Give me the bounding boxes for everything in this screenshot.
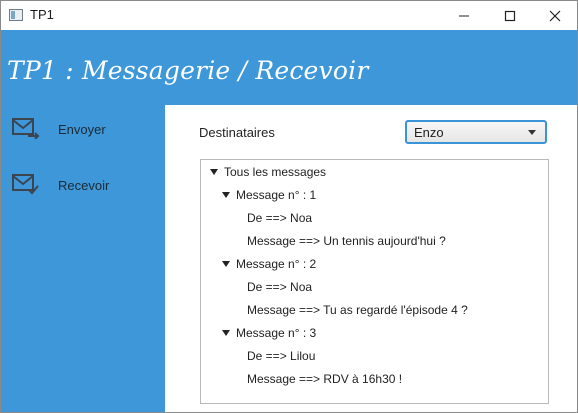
minimize-button[interactable] [441, 1, 487, 30]
expand-triangle-icon[interactable] [222, 329, 230, 336]
sidebar-item-recevoir[interactable]: Recevoir [1, 169, 165, 209]
close-button[interactable] [532, 1, 577, 30]
recipients-selected-value: Enzo [414, 125, 444, 140]
window-title: TP1 [30, 7, 54, 22]
tree-message-2-from[interactable]: De ==> Noa [247, 278, 312, 296]
tree-message-2-body[interactable]: Message ==> Tu as regardé l'épisode 4 ? [247, 301, 468, 319]
main-panel: Destinataires Enzo Tous les messages Mes… [165, 105, 577, 412]
tree-message-1-body[interactable]: Message ==> Un tennis aujourd'hui ? [247, 232, 446, 250]
title-bar[interactable]: TP1 [1, 1, 577, 30]
recipients-dropdown[interactable]: Enzo [405, 120, 547, 144]
recipients-label: Destinataires [199, 125, 275, 140]
app-window: TP1 TP1 : Messagerie / Recevoir Envoyer [0, 0, 578, 413]
page-header: TP1 : Messagerie / Recevoir [1, 30, 577, 105]
expand-triangle-icon[interactable] [222, 191, 230, 198]
close-icon [549, 10, 561, 21]
sidebar-item-envoyer[interactable]: Envoyer [1, 113, 165, 153]
messages-tree[interactable]: Tous les messages Message n° : 1 De ==> … [200, 159, 549, 404]
page-title: TP1 : Messagerie / Recevoir [7, 56, 369, 85]
sidebar-item-label: Recevoir [58, 178, 110, 193]
maximize-button[interactable] [487, 1, 533, 30]
tree-message-3-body[interactable]: Message ==> RDV à 16h30 ! [247, 370, 402, 388]
mail-check-icon [12, 174, 39, 195]
tree-message-1[interactable]: Message n° : 1 [222, 186, 316, 204]
sidebar-item-label: Envoyer [58, 122, 106, 137]
maximize-icon [504, 10, 516, 21]
minimize-icon [459, 15, 469, 16]
chevron-down-icon [528, 130, 536, 135]
app-window-icon [9, 9, 23, 21]
tree-message-3[interactable]: Message n° : 3 [222, 324, 316, 342]
mail-send-icon [12, 118, 40, 139]
tree-message-3-from[interactable]: De ==> Lilou [247, 347, 315, 365]
expand-triangle-icon[interactable] [222, 260, 230, 267]
tree-root[interactable]: Tous les messages [210, 163, 326, 181]
sidebar: Envoyer Recevoir [1, 105, 165, 412]
tree-message-1-from[interactable]: De ==> Noa [247, 209, 312, 227]
tree-message-2[interactable]: Message n° : 2 [222, 255, 316, 273]
expand-triangle-icon[interactable] [210, 168, 218, 175]
